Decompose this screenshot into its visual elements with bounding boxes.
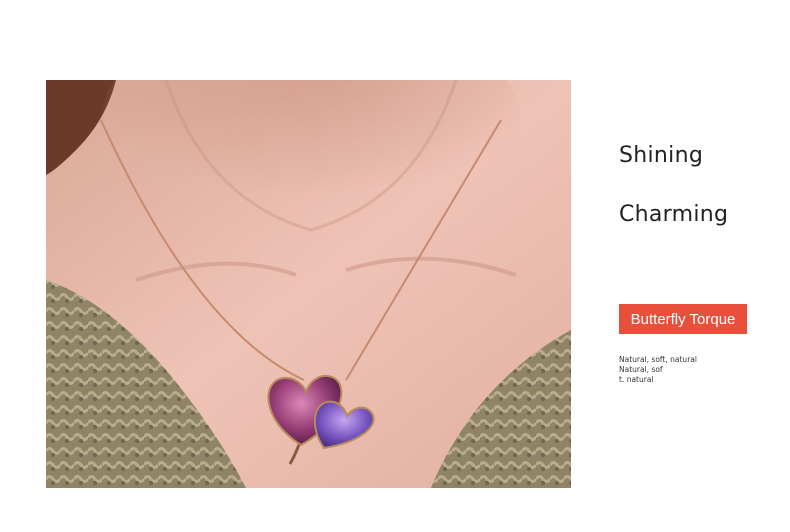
headline-shining: Shining [619,143,704,168]
description-line: Natural, soft, natural [619,355,697,364]
product-photo [46,80,571,488]
headline-charming: Charming [619,202,729,227]
necklace-model-image [46,80,571,488]
product-description: Natural, soft, natural Natural, sof t. n… [619,355,697,385]
description-line: Natural, sof [619,365,663,374]
description-line: t. natural [619,375,654,384]
product-name-badge: Butterfly Torque [619,304,747,334]
